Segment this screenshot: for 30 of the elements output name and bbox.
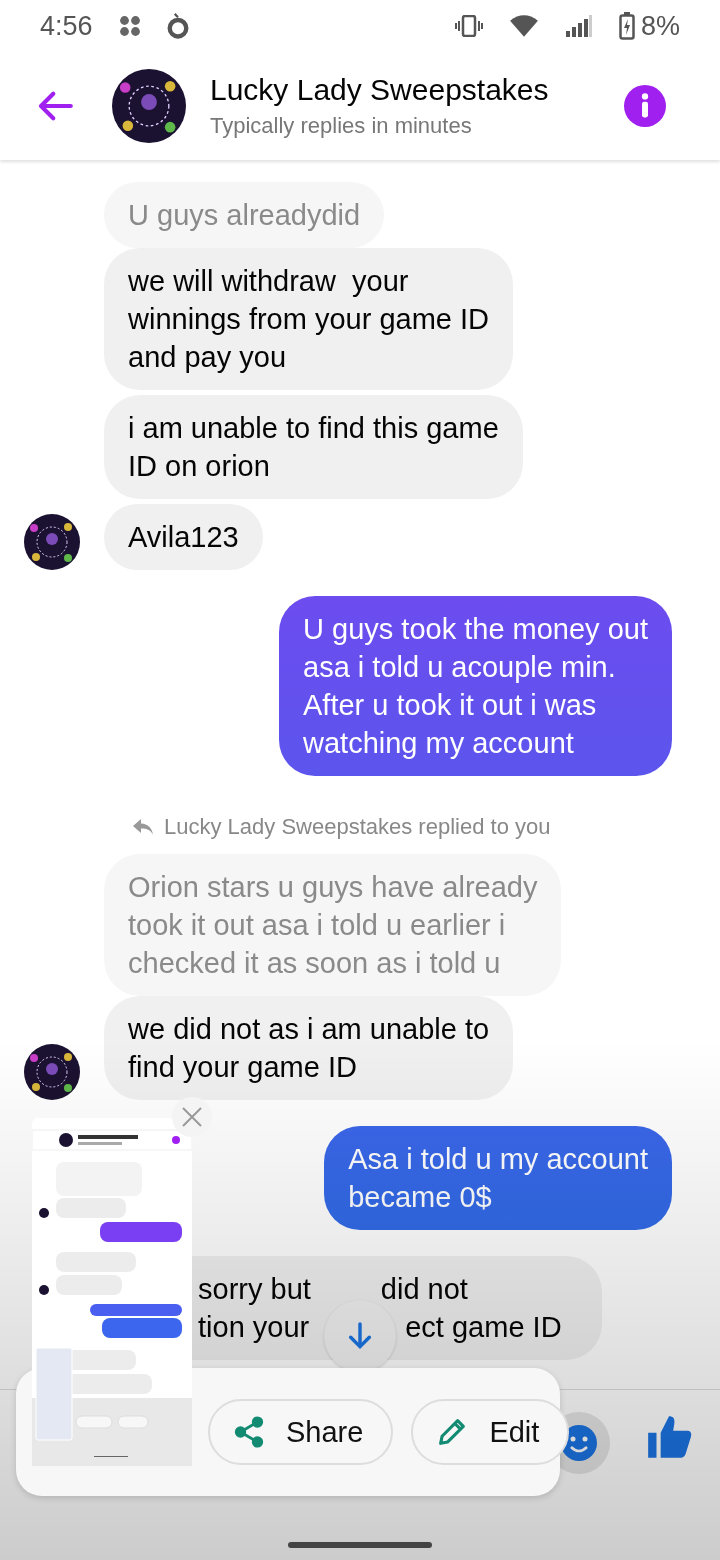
sent-message[interactable]: Asa i told u my account became 0$ [324, 1126, 672, 1230]
received-message[interactable]: we did not as i am unable to find your game ID [104, 996, 514, 1100]
ring-icon [166, 12, 189, 40]
message-text: tion your [198, 1310, 310, 1345]
vibrate-icon [454, 15, 483, 37]
screenshot-preview[interactable] [32, 1118, 192, 1466]
close-icon [180, 1105, 204, 1129]
received-message[interactable]: we will withdraw your winnings from your game ID and pay you [104, 248, 514, 390]
share-icon [232, 1415, 266, 1449]
message-text: sorry but [198, 1272, 311, 1307]
received-message[interactable]: Avila123 [104, 504, 263, 570]
clock: 4:56 [40, 10, 93, 42]
info-icon[interactable] [624, 85, 666, 127]
received-message[interactable]: sorry but did not tion your ect game ID [192, 1256, 602, 1360]
battery-level: 8% [640, 10, 680, 42]
edit-button[interactable]: Edit [411, 1399, 570, 1465]
apps-icon [118, 15, 141, 37]
message-text: did not [380, 1272, 468, 1307]
sent-message[interactable]: U guys took the money out asa i told u acouple min. After u took it out i was watching my account [279, 596, 672, 776]
chat-subtitle: Typically replies in minutes [210, 113, 473, 139]
chat-title: Lucky Lady Sweepstakes [210, 73, 550, 107]
reply-label: Lucky Lady Sweepstakes replied to you [164, 814, 551, 840]
reply-icon [132, 818, 154, 836]
signal-icon [564, 14, 593, 38]
share-button[interactable]: Share [208, 1399, 394, 1465]
received-message[interactable]: i am unable to find this game ID on orion [104, 395, 523, 499]
battery-icon [618, 12, 635, 40]
profile-avatar[interactable] [112, 69, 186, 143]
message-text: ect game ID [405, 1310, 562, 1345]
wifi-icon [508, 14, 539, 38]
